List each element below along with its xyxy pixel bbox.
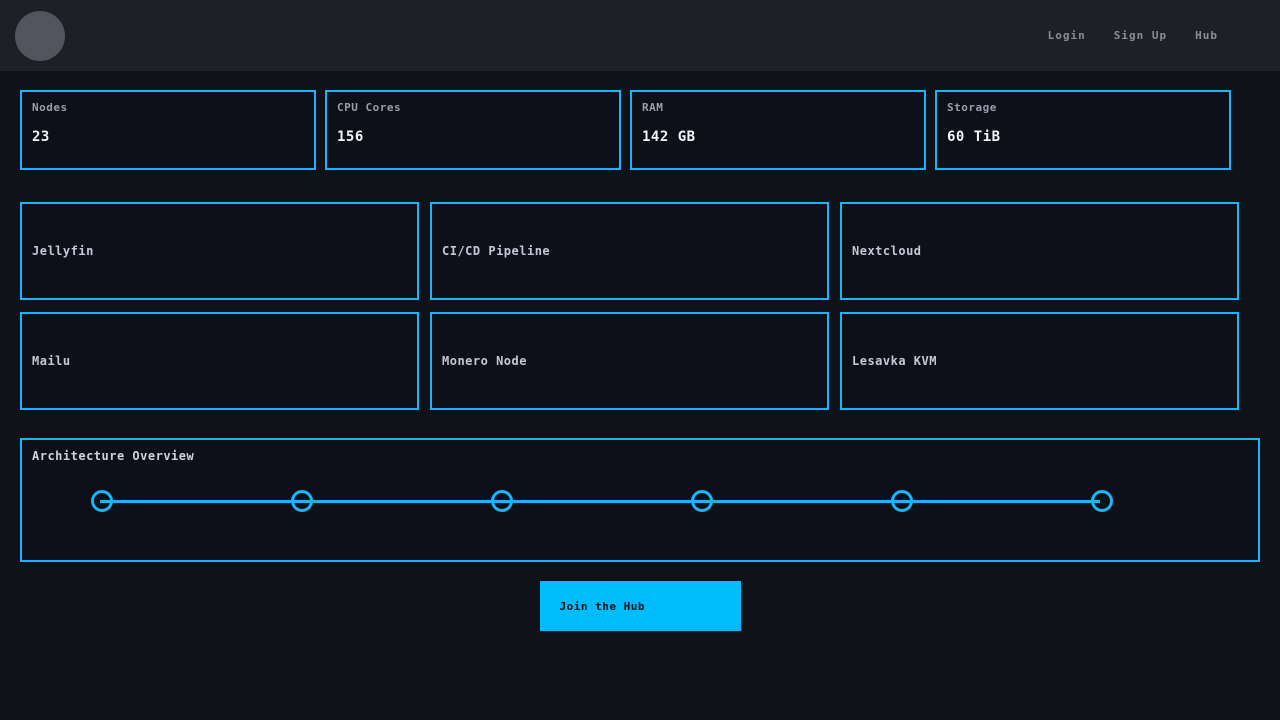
service-name: Monero Node [442, 354, 527, 368]
stat-value: 23 [32, 129, 304, 145]
service-name: Nextcloud [852, 244, 922, 258]
service-name: CI/CD Pipeline [442, 244, 550, 258]
navbar: Login Sign Up Hub [0, 0, 1280, 71]
service-card-lesavka-kvm[interactable]: Lesavka KVM [840, 312, 1239, 410]
stat-value: 142 GB [642, 129, 914, 145]
stat-card-nodes: Nodes 23 [20, 90, 316, 170]
stat-value: 156 [337, 129, 609, 145]
join-hub-button[interactable]: Join the Hub [540, 581, 741, 631]
nav-link-hub[interactable]: Hub [1195, 29, 1218, 42]
nav-link-sign-up[interactable]: Sign Up [1114, 29, 1167, 42]
stat-value: 60 TiB [947, 129, 1219, 145]
avatar[interactable] [15, 11, 65, 61]
architecture-overview-panel: Architecture Overview [20, 438, 1260, 562]
nav-links: Login Sign Up Hub [1048, 29, 1280, 42]
services-grid: Jellyfin CI/CD Pipeline Nextcloud Mailu … [20, 202, 1260, 410]
service-card-mailu[interactable]: Mailu [20, 312, 419, 410]
architecture-node-circle [491, 490, 513, 512]
stat-label: RAM [642, 101, 914, 114]
service-card-jellyfin[interactable]: Jellyfin [20, 202, 419, 300]
stat-label: CPU Cores [337, 101, 609, 114]
service-card-nextcloud[interactable]: Nextcloud [840, 202, 1239, 300]
service-name: Mailu [32, 354, 71, 368]
stat-card-ram: RAM 142 GB [630, 90, 926, 170]
nav-link-login[interactable]: Login [1048, 29, 1086, 42]
architecture-node-circle [891, 490, 913, 512]
stat-card-storage: Storage 60 TiB [935, 90, 1231, 170]
stat-card-cpu-cores: CPU Cores 156 [325, 90, 621, 170]
service-name: Jellyfin [32, 244, 94, 258]
stat-label: Nodes [32, 101, 304, 114]
main-content: Nodes 23 CPU Cores 156 RAM 142 GB Storag… [0, 90, 1280, 631]
architecture-connector-line [100, 500, 1100, 503]
stats-grid: Nodes 23 CPU Cores 156 RAM 142 GB Storag… [20, 90, 1260, 170]
architecture-node-circle [1091, 490, 1113, 512]
cta-container: Join the Hub [20, 581, 1260, 631]
architecture-title: Architecture Overview [32, 449, 1248, 463]
stat-label: Storage [947, 101, 1219, 114]
architecture-node-circle [691, 490, 713, 512]
architecture-node-circle [291, 490, 313, 512]
service-card-monero-node[interactable]: Monero Node [430, 312, 829, 410]
architecture-node-circle [91, 490, 113, 512]
service-name: Lesavka KVM [852, 354, 937, 368]
service-card-cicd-pipeline[interactable]: CI/CD Pipeline [430, 202, 829, 300]
